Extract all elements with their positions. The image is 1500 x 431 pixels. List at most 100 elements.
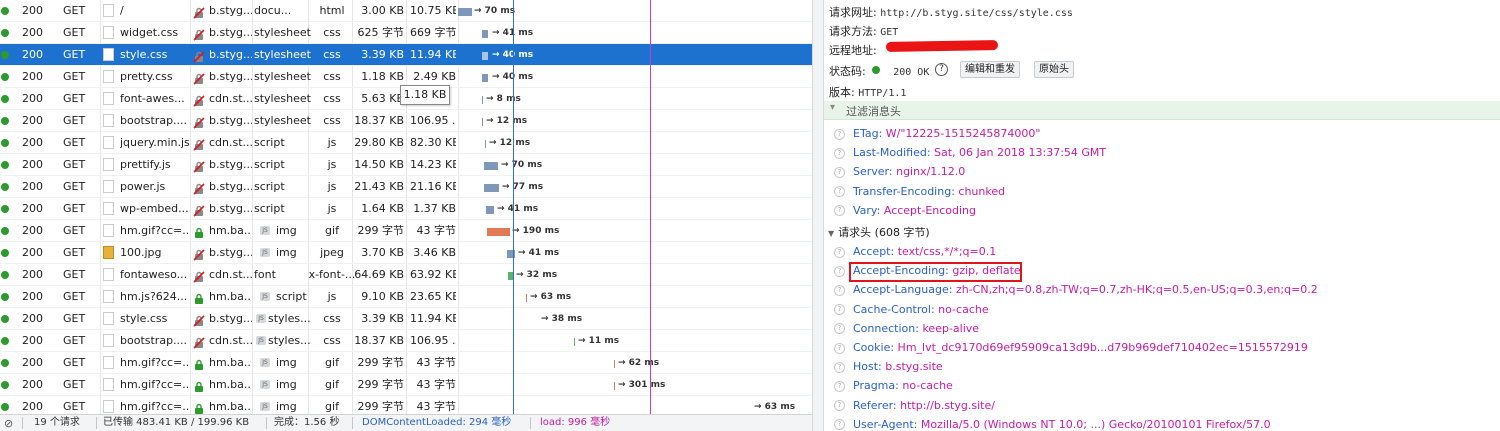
header-help-icon[interactable]: ? bbox=[834, 284, 845, 296]
transferred-cell: 14.50 KB bbox=[354, 158, 404, 171]
request-row[interactable]: 200 GET hm.gif?cc=... hm.ba... JS img gif 299 字… bbox=[0, 220, 812, 242]
request-row[interactable]: 200 GET widget.css b.styg... stylesheet css 62… bbox=[0, 22, 812, 44]
request-row[interactable]: 200 GET fontaweso... cdn.st... font x-font-..… bbox=[0, 264, 812, 286]
header-help-icon[interactable]: ? bbox=[834, 342, 845, 354]
header-row[interactable]: ? Accept: text/css,*/*;q=0.1 bbox=[834, 242, 996, 261]
transferred-cell: 21.43 KB bbox=[354, 180, 404, 193]
header-help-icon[interactable]: ? bbox=[834, 166, 845, 178]
header-row[interactable]: ? Accept-Language: zh-CN,zh;q=0.8,zh-TW;q… bbox=[834, 280, 1318, 299]
filter-headers-bar[interactable]: ▾ 过滤消息头 bbox=[824, 101, 1500, 120]
raw-headers-button[interactable]: 原始头 bbox=[1034, 61, 1074, 78]
header-row[interactable]: ? Vary: Accept-Encoding bbox=[834, 201, 976, 220]
method-cell: GET bbox=[63, 48, 86, 61]
type-cell: js bbox=[327, 136, 337, 149]
request-row[interactable]: 200 GET hm.js?624... hm.ba... JS script js 9.10… bbox=[0, 286, 812, 308]
header-help-icon[interactable]: ? bbox=[834, 205, 845, 217]
request-row[interactable]: 200 GET power.js b.styg... script js 21.43 KB 2… bbox=[0, 176, 812, 198]
status-ok-icon bbox=[1, 51, 9, 59]
header-help-icon[interactable]: ? bbox=[834, 323, 845, 335]
header-row[interactable]: ? Pragma: no-cache bbox=[834, 376, 953, 395]
header-value: Sat, 06 Jan 2018 13:37:54 GMT bbox=[934, 146, 1107, 160]
cause-cell: stylesheet bbox=[254, 92, 311, 105]
transferred-cell: 3.39 KB bbox=[361, 312, 404, 325]
header-help-icon[interactable]: ? bbox=[834, 361, 845, 373]
header-row[interactable]: ? Cookie: Hm_lvt_dc9170d69ef95909ca13d9b.… bbox=[834, 338, 1308, 357]
header-help-icon[interactable]: ? bbox=[834, 419, 845, 431]
status-separator bbox=[22, 417, 23, 429]
method-cell: GET bbox=[63, 70, 86, 83]
file-icon bbox=[103, 356, 114, 369]
header-help-icon[interactable]: ? bbox=[834, 400, 845, 412]
request-row[interactable]: 200 GET prettify.js b.styg... script js 14.50 … bbox=[0, 154, 812, 176]
size-cell: 43 字节 bbox=[416, 356, 457, 369]
transferred-cell: 3.39 KB bbox=[361, 48, 404, 61]
file-cell: power.js bbox=[120, 180, 166, 193]
request-row[interactable]: 200 GET / b.styg... docu... html 3.00 KB 10.75 … bbox=[0, 0, 812, 22]
file-cell: bootstrap.... bbox=[120, 334, 188, 347]
size-cell: 669 字节 bbox=[410, 26, 456, 39]
header-row[interactable]: ? Host: b.styg.site bbox=[834, 357, 943, 376]
type-cell: gif bbox=[325, 356, 339, 369]
header-row[interactable]: ? Referer: http://b.styg.site/ bbox=[834, 396, 995, 415]
remote-address-row: 远程地址: bbox=[829, 42, 877, 58]
http-version-value: HTTP/1.1 bbox=[858, 88, 907, 99]
header-row[interactable]: ? Transfer-Encoding: chunked bbox=[834, 182, 1005, 201]
performance-icon[interactable]: ⊘ bbox=[4, 416, 13, 431]
header-row[interactable]: ? ETag: W/"12225-1515245874000" bbox=[834, 124, 1040, 143]
method-cell: GET bbox=[63, 246, 86, 259]
request-row[interactable]: 200 GET style.css b.styg... stylesheet css 3.3… bbox=[0, 44, 812, 66]
status-cell: 200 bbox=[22, 92, 43, 105]
help-icon[interactable]: ? bbox=[935, 63, 948, 76]
edit-resend-button[interactable]: 编辑和重发 bbox=[960, 61, 1020, 78]
header-help-icon[interactable]: ? bbox=[834, 128, 845, 140]
type-cell: css bbox=[323, 48, 341, 61]
header-row[interactable]: ? Server: nginx/1.12.0 bbox=[834, 162, 965, 181]
request-row[interactable]: 200 GET bootstrap.... cdn.st... JS styles... c… bbox=[0, 330, 812, 352]
transferred-cell: 625 字节 bbox=[357, 26, 405, 39]
request-row[interactable]: 200 GET wp-embed... b.styg... script js 1.64 K… bbox=[0, 198, 812, 220]
image-thumbnail-icon bbox=[103, 246, 114, 259]
request-row[interactable]: 200 GET 100.jpg b.styg... JS img jpeg 3.70 KB 3.… bbox=[0, 242, 812, 264]
waterfall-timing: → 8 ms bbox=[486, 94, 521, 104]
waterfall-bar bbox=[532, 316, 533, 324]
header-row[interactable]: ? User-Agent: Mozilla/5.0 (Windows NT 10.… bbox=[834, 415, 1271, 431]
size-cell: 14.23 KB bbox=[410, 158, 456, 171]
status-ok-icon bbox=[1, 7, 9, 15]
status-code-label: 状态码: bbox=[829, 65, 866, 78]
transferred-cell: 9.10 KB bbox=[361, 290, 404, 303]
type-cell: js bbox=[327, 202, 337, 215]
header-help-icon[interactable]: ? bbox=[834, 380, 845, 392]
request-row[interactable]: 200 GET bootstrap.... b.styg... stylesheet cs… bbox=[0, 110, 812, 132]
request-row[interactable]: 200 GET hm.gif?cc=... hm.ba... JS img gif 299 字… bbox=[0, 374, 812, 396]
filter-headers-input[interactable]: 过滤消息头 bbox=[846, 103, 901, 119]
header-help-icon[interactable]: ? bbox=[834, 246, 845, 258]
insecure-lock-icon bbox=[193, 71, 205, 85]
load-time: load: 996 毫秒 bbox=[540, 417, 611, 428]
js-badge-icon: JS bbox=[256, 314, 266, 323]
lock-icon bbox=[193, 225, 205, 238]
header-row[interactable]: ? Last-Modified: Sat, 06 Jan 2018 13:37:5… bbox=[834, 143, 1106, 162]
header-help-icon[interactable]: ? bbox=[834, 186, 845, 198]
header-row[interactable]: ? Connection: keep-alive bbox=[834, 319, 979, 338]
header-help-icon[interactable]: ? bbox=[834, 147, 845, 159]
status-ok-icon bbox=[1, 95, 9, 103]
header-value: Hm_lvt_dc9170d69ef95909ca13d9b...d79b969… bbox=[897, 341, 1308, 354]
request-row[interactable]: 200 GET style.css b.styg... JS styles... css 3.… bbox=[0, 308, 812, 330]
header-help-icon[interactable]: ? bbox=[834, 265, 845, 277]
waterfall-bar bbox=[482, 52, 488, 60]
cause-cell: script bbox=[254, 202, 285, 215]
request-row[interactable]: 200 GET hm.gif?cc=... hm.ba... JS img gif 299 字… bbox=[0, 352, 812, 374]
js-badge-icon: JS bbox=[260, 380, 270, 389]
cause-cell: script bbox=[254, 136, 285, 149]
panel-splitter[interactable] bbox=[812, 0, 824, 431]
file-icon bbox=[103, 158, 114, 171]
file-icon bbox=[103, 114, 114, 127]
header-help-icon[interactable]: ? bbox=[834, 304, 845, 316]
domain-cell: hm.ba... bbox=[209, 290, 252, 303]
request-row[interactable]: 200 GET jquery.min.js cdn.st... script js 29.8… bbox=[0, 132, 812, 154]
insecure-lock-icon bbox=[193, 115, 205, 129]
header-row[interactable]: ? Cache-Control: no-cache bbox=[834, 300, 989, 319]
request-headers-section-toggle[interactable]: ▼ 请求头 (608 字节) bbox=[828, 224, 930, 240]
cause-cell: font bbox=[254, 268, 276, 281]
method-cell: GET bbox=[63, 114, 86, 127]
